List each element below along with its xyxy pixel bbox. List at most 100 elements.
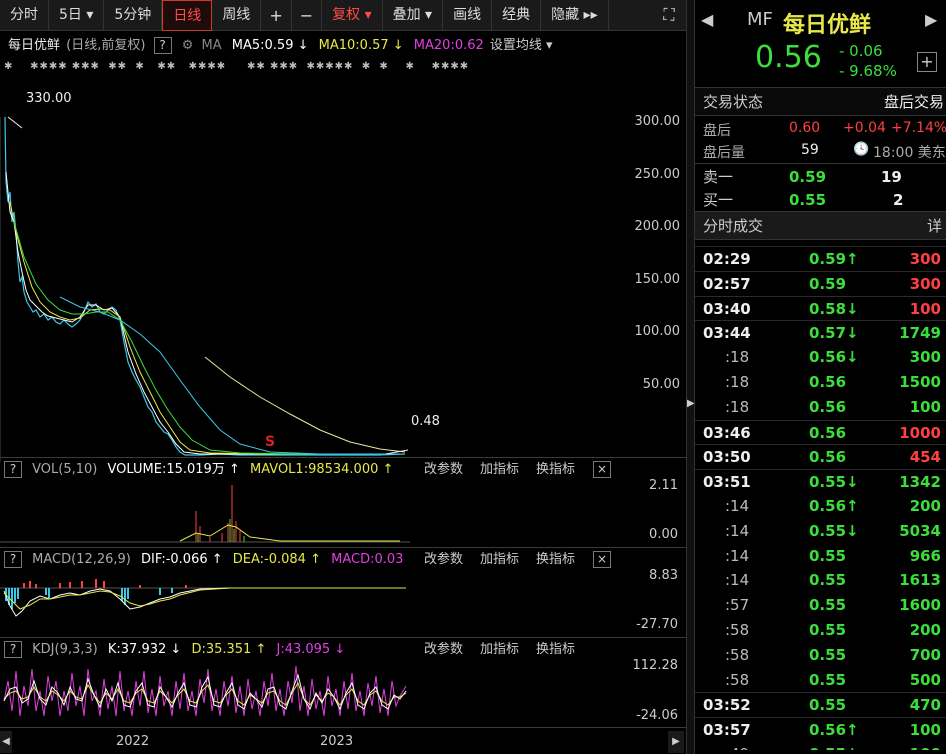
next-stock-icon[interactable]: ▶ bbox=[925, 10, 937, 29]
trade-volume: 100 bbox=[910, 742, 941, 750]
trade-price: 0.59↑ bbox=[809, 247, 859, 272]
fullscreen-icon[interactable]: ⛶ bbox=[660, 6, 678, 24]
adjust-dropdown[interactable]: 复权 ▾ bbox=[322, 0, 382, 31]
main-legend: 每日优鲜 (日线,前复权) ? ⚙ MA MA5:0.59 ↓ MA10:0.5… bbox=[0, 35, 559, 57]
ma-settings-dropdown[interactable]: 设置均线 ▾ bbox=[490, 38, 553, 53]
trades-detail-button[interactable]: 详 bbox=[927, 212, 942, 240]
macd-close-button[interactable]: × bbox=[593, 551, 611, 568]
trade-time: :14 bbox=[725, 544, 749, 569]
prev-stock-icon[interactable]: ◀ bbox=[701, 10, 713, 29]
kdj-legend: ? KDJ(9,3,3) K:37.932 ↓ D:35.351 ↑ J:43.… bbox=[0, 639, 351, 661]
classic-button[interactable]: 经典 bbox=[492, 0, 541, 31]
ma120-line bbox=[205, 357, 405, 452]
trade-status-value: 盘后交易 bbox=[884, 88, 944, 116]
clock-icon: 🕓 bbox=[853, 142, 869, 157]
trade-row: 03:500.56454 bbox=[695, 444, 946, 469]
zoom-in-button[interactable]: + bbox=[261, 0, 291, 31]
kdj-help-icon[interactable]: ? bbox=[4, 641, 22, 658]
quote-panel: ◀ MF 每日优鲜 ▶ 0.56 - 0.06 - 9.68% + 交易状态 盘… bbox=[694, 0, 946, 754]
price-bars bbox=[5, 117, 405, 455]
last-price: 0.56 bbox=[755, 40, 822, 75]
trade-time: :58 bbox=[725, 618, 749, 643]
trade-volume: 1000 bbox=[899, 421, 941, 446]
trade-row: :580.55500 bbox=[695, 668, 946, 693]
trade-time: :14 bbox=[725, 519, 749, 544]
trades-list: 02:290.59↑30002:570.5930003:400.58↓10003… bbox=[695, 240, 946, 750]
panel-splitter[interactable] bbox=[686, 0, 694, 754]
trade-time: :58 bbox=[725, 668, 749, 693]
tab-intraday[interactable]: 分时 bbox=[0, 0, 49, 31]
scroll-left-button[interactable]: ◀ bbox=[0, 731, 12, 753]
hide-button[interactable]: 隐藏 ▸▸ bbox=[541, 0, 609, 31]
after-hours-time: 18:00 美东 bbox=[873, 142, 946, 162]
chart-area: 每日优鲜 (日线,前复权) ? ⚙ MA MA5:0.59 ↓ MA10:0.5… bbox=[0, 31, 686, 754]
price-change: - 0.06 bbox=[839, 42, 883, 60]
macd-params-button[interactable]: 改参数 bbox=[424, 549, 463, 571]
vol-help-icon[interactable]: ? bbox=[4, 461, 22, 478]
draw-line-button[interactable]: 画线 bbox=[443, 0, 492, 31]
trade-price: 0.55 bbox=[809, 618, 846, 643]
trade-time: :18 bbox=[725, 345, 749, 370]
vol-swap-indicator-button[interactable]: 换指标 bbox=[536, 459, 575, 481]
orderbook: 卖一 0.59 19 买一 0.55 2 bbox=[695, 164, 946, 212]
trade-row: :140.56↑200 bbox=[695, 494, 946, 519]
after-hours-price: 0.60 bbox=[789, 120, 820, 136]
collapse-panel-icon[interactable]: ▶ bbox=[687, 398, 693, 409]
stock-name-title: 每日优鲜 bbox=[783, 7, 871, 39]
tab-weekly[interactable]: 周线 bbox=[212, 0, 261, 31]
trade-price: 0.56 bbox=[809, 370, 846, 395]
vol-close-button[interactable]: × bbox=[593, 461, 611, 478]
macd-add-indicator-button[interactable]: 加指标 bbox=[480, 549, 519, 571]
kdj-tick-min: -24.06 bbox=[622, 708, 678, 723]
trade-volume: 1749 bbox=[899, 321, 941, 346]
trade-row: :49 0.55↓ 100 bbox=[695, 742, 946, 750]
macd-value: MACD:0.03 bbox=[331, 552, 403, 567]
kdj-add-indicator-button[interactable]: 加指标 bbox=[480, 639, 519, 661]
ma5-value: MA5:0.59 ↓ bbox=[232, 38, 309, 53]
trade-row: 03:510.55↓1342 bbox=[695, 469, 946, 494]
macd-name: MACD(12,26,9) bbox=[32, 552, 131, 567]
kdj-swap-indicator-button[interactable]: 换指标 bbox=[536, 639, 575, 661]
trade-time: :14 bbox=[725, 494, 749, 519]
trade-volume: 1600 bbox=[899, 593, 941, 618]
kdj-chart bbox=[0, 661, 620, 727]
tab-5day[interactable]: 5日 ▾ bbox=[49, 0, 104, 31]
trade-time: 03:46 bbox=[703, 421, 751, 446]
trade-row: 03:400.58↓100 bbox=[695, 296, 946, 321]
vol-params-button[interactable]: 改参数 bbox=[424, 459, 463, 481]
zoom-out-button[interactable]: − bbox=[292, 0, 322, 31]
trade-price: 0.55↓ bbox=[809, 742, 859, 750]
tab-daily[interactable]: 日线 bbox=[162, 0, 212, 31]
macd-help-icon[interactable]: ? bbox=[4, 551, 22, 568]
trade-time: 03:40 bbox=[703, 297, 751, 322]
trade-row: :180.56↓300 bbox=[695, 345, 946, 370]
ask-row[interactable]: 卖一 0.59 19 bbox=[695, 166, 946, 188]
y-tick-300: 300.00 bbox=[624, 114, 680, 129]
stock-name-label: 每日优鲜 bbox=[8, 38, 60, 53]
trade-status-label: 交易状态 bbox=[703, 88, 763, 116]
vol-tick-max: 2.11 bbox=[622, 478, 678, 493]
trade-price: 0.55 bbox=[809, 593, 846, 618]
ma5-line bbox=[6, 172, 400, 454]
add-watchlist-button[interactable]: + bbox=[917, 52, 937, 72]
macd-swap-indicator-button[interactable]: 换指标 bbox=[536, 549, 575, 571]
trade-volume: 470 bbox=[910, 693, 941, 718]
x-tick-2022: 2022 bbox=[116, 734, 149, 749]
trade-volume: 200 bbox=[910, 618, 941, 643]
overlay-dropdown[interactable]: 叠加 ▾ bbox=[383, 0, 443, 31]
tab-5min[interactable]: 5分钟 bbox=[104, 0, 162, 31]
kdj-params-button[interactable]: 改参数 bbox=[424, 639, 463, 661]
y-tick-150: 150.00 bbox=[624, 272, 680, 287]
vol-add-indicator-button[interactable]: 加指标 bbox=[480, 459, 519, 481]
bid-row[interactable]: 买一 0.55 2 bbox=[695, 189, 946, 211]
help-icon[interactable]: ? bbox=[154, 37, 172, 54]
ask-label: 卖一 bbox=[703, 166, 733, 188]
trade-time: :49 bbox=[725, 742, 749, 750]
settings-gear-icon[interactable]: ⚙ bbox=[182, 38, 194, 53]
trade-row: 03:520.55470 bbox=[695, 692, 946, 717]
trade-time: 03:51 bbox=[703, 470, 751, 495]
trade-row: :140.55↓5034 bbox=[695, 519, 946, 544]
trade-time: :58 bbox=[725, 643, 749, 668]
y-tick-250: 250.00 bbox=[624, 167, 680, 182]
scroll-right-button[interactable]: ▶ bbox=[668, 731, 684, 753]
